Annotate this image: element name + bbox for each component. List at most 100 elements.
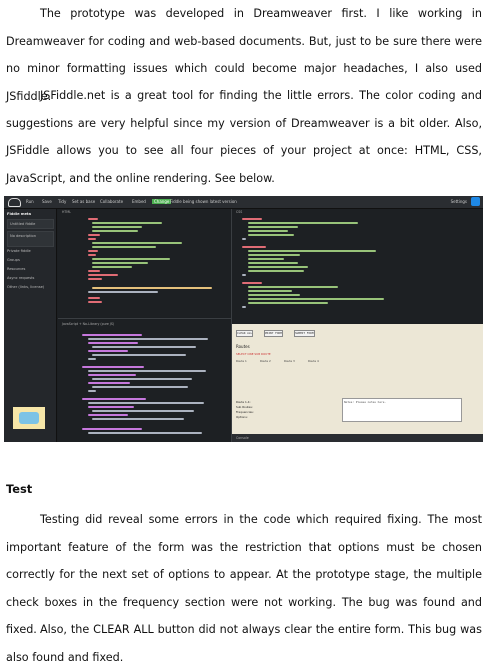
- clear-all-button[interactable]: CLEAR ALL: [236, 330, 254, 337]
- code-line: [248, 222, 358, 224]
- title-placeholder: Untitled fiddle: [10, 222, 36, 226]
- css-editor-pane[interactable]: CSS: [232, 209, 483, 323]
- code-line: [248, 270, 304, 272]
- code-line: [88, 291, 158, 293]
- code-line: [92, 378, 192, 380]
- js-editor-pane[interactable]: JavaScript + No-Library (pure JS): [58, 320, 230, 442]
- submit-form-button[interactable]: SUBMIT FORM: [294, 330, 315, 337]
- set-as-base-button[interactable]: Set as base: [72, 199, 95, 204]
- save-button[interactable]: Save: [42, 199, 52, 204]
- code-line: [248, 226, 298, 228]
- js-pane-label: JavaScript + No-Library (pure JS): [62, 322, 115, 326]
- code-line: [242, 238, 246, 240]
- code-line: [92, 242, 182, 244]
- code-line: [248, 262, 298, 264]
- jsfiddle-toolbar: Run Save Tidy Set as base Collaborate Em…: [4, 196, 483, 209]
- ad-thumbnail[interactable]: [13, 407, 45, 429]
- route-1-checkbox[interactable]: Route 1: [236, 359, 247, 363]
- route-4-checkbox[interactable]: Route 4: [308, 359, 319, 363]
- html-editor-pane[interactable]: HTML: [58, 209, 230, 317]
- notes-textarea[interactable]: Notes: Please notes here.: [342, 398, 462, 422]
- code-line: [88, 358, 96, 360]
- description-field[interactable]: No description: [7, 231, 54, 247]
- code-line: [92, 266, 132, 268]
- sidebar-item-resources[interactable]: Resources: [7, 267, 25, 271]
- code-line: [88, 278, 102, 280]
- update-badge[interactable]: Change: [152, 199, 172, 204]
- code-line: [242, 246, 266, 248]
- info-line-options: Options:: [236, 415, 248, 419]
- code-line: [92, 386, 188, 388]
- collaborate-button[interactable]: Collaborate: [100, 199, 123, 204]
- code-line: [88, 274, 118, 276]
- toolbar-note: Fiddle being shown latest version: [170, 199, 237, 204]
- code-line: [88, 297, 100, 299]
- code-line: [248, 290, 292, 292]
- sidebar-item-groups[interactable]: Groups: [7, 258, 20, 262]
- paragraph-2-text: JSFiddle.net is a great tool for finding…: [6, 89, 482, 185]
- code-line: [248, 298, 384, 300]
- code-line: [88, 218, 98, 220]
- code-line: [248, 266, 308, 268]
- code-line: [88, 382, 130, 384]
- code-line: [88, 234, 100, 236]
- route-3-checkbox[interactable]: Route 3: [284, 359, 295, 363]
- sidebar-item-private[interactable]: Private fiddle: [7, 249, 31, 253]
- code-line: [242, 218, 262, 220]
- pane-divider[interactable]: [58, 318, 231, 319]
- code-line: [88, 238, 96, 240]
- code-line: [88, 374, 136, 376]
- code-line: [248, 302, 328, 304]
- code-line: [82, 334, 142, 336]
- code-line: [88, 250, 98, 252]
- code-line: [242, 282, 262, 284]
- code-line: [248, 230, 288, 232]
- jsfiddle-screenshot: Run Save Tidy Set as base Collaborate Em…: [4, 196, 483, 442]
- gear-icon[interactable]: [471, 197, 480, 206]
- html-pane-label: HTML: [62, 210, 71, 214]
- sidebar-header: Fiddle meta: [7, 212, 32, 216]
- code-line: [88, 402, 204, 404]
- preview-title: Routes: [236, 344, 250, 349]
- info-line-routes: Route 1-4:: [236, 400, 251, 404]
- css-pane-label: CSS: [236, 210, 243, 214]
- code-line: [248, 254, 300, 256]
- code-line: [88, 342, 138, 344]
- code-line: [82, 428, 142, 430]
- code-line: [88, 254, 96, 256]
- code-line: [92, 410, 194, 412]
- settings-button[interactable]: Settings: [451, 199, 467, 204]
- fiddle-sidebar: Fiddle meta Untitled fiddle No descripti…: [4, 209, 57, 442]
- document-page: The prototype was developed in Dreamweav…: [0, 0, 487, 666]
- code-line: [92, 354, 186, 356]
- sidebar-item-async[interactable]: Async requests: [7, 276, 34, 280]
- print-form-button[interactable]: PRINT FORM: [264, 330, 283, 337]
- code-line: [88, 390, 96, 392]
- code-line: [92, 262, 148, 264]
- preview-subtitle: SELECT ONE SUB ROUTE: [236, 352, 271, 356]
- console-label: Console: [236, 436, 249, 440]
- code-line: [248, 250, 376, 252]
- code-line: [248, 294, 300, 296]
- console-bar[interactable]: Console: [232, 434, 483, 442]
- code-line: [92, 418, 184, 420]
- sidebar-item-other[interactable]: Other (links, license): [7, 285, 44, 289]
- code-line: [248, 286, 338, 288]
- code-line: [82, 366, 144, 368]
- info-line-sub-routes: Sub Routes:: [236, 405, 253, 409]
- code-line: [92, 258, 170, 260]
- code-line: [88, 432, 202, 434]
- route-2-checkbox[interactable]: Route 2: [260, 359, 271, 363]
- tidy-button[interactable]: Tidy: [58, 199, 66, 204]
- code-line: [248, 258, 284, 260]
- section-heading: Test: [6, 482, 33, 496]
- code-line: [248, 234, 294, 236]
- title-field[interactable]: Untitled fiddle: [7, 219, 54, 229]
- code-line: [88, 301, 102, 303]
- embed-button[interactable]: Embed: [132, 199, 146, 204]
- paragraph-4: Also, the CLEAR ALL button did not alway…: [6, 616, 482, 671]
- code-line: [88, 406, 134, 408]
- cloud-logo-icon: [8, 198, 21, 207]
- run-button[interactable]: Run: [26, 199, 34, 204]
- code-line: [88, 350, 128, 352]
